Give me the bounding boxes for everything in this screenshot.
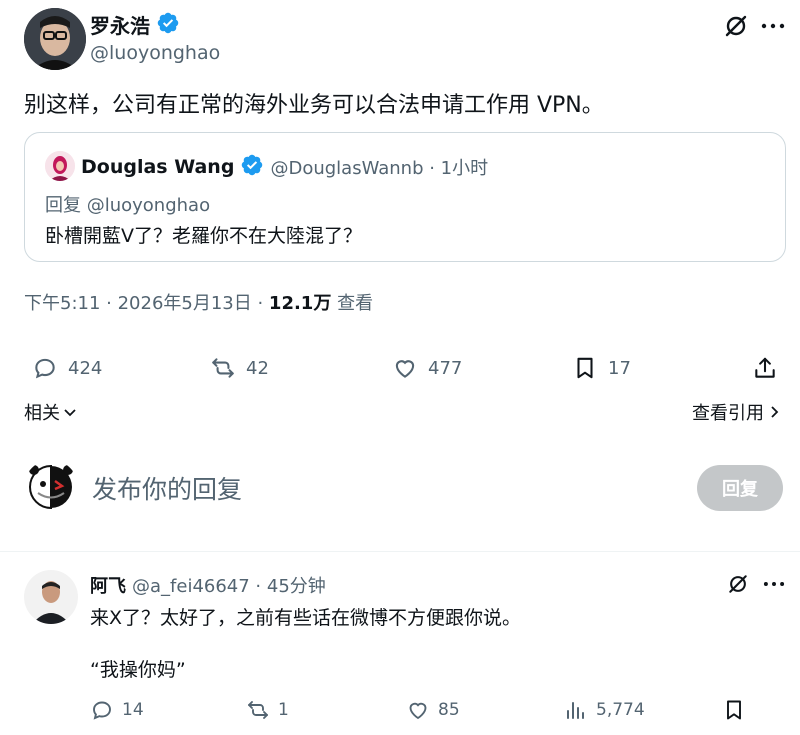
reply-input-placeholder: 发布你的回复 <box>92 475 243 504</box>
repost-icon <box>212 358 234 378</box>
chevron-right-icon <box>771 406 779 418</box>
like-button[interactable]: 477 <box>392 355 462 381</box>
repost-icon <box>248 701 268 719</box>
verified-icon <box>240 153 264 181</box>
quoted-post[interactable]: Douglas Wang @DouglasWannb · 1小时 回复 @luo… <box>24 132 786 262</box>
view-quotes-label: 查看引用 <box>692 403 764 424</box>
reply-bookmark-button[interactable] <box>722 698 746 722</box>
reply-icon <box>93 701 111 720</box>
reply-submit-label: 回复 <box>722 479 758 500</box>
grok-icon[interactable] <box>722 12 750 40</box>
quote-handle-time: @DouglasWannb · 1小时 <box>270 158 489 179</box>
reply-button[interactable]: 424 <box>32 355 102 381</box>
post-time-date[interactable]: 下午5:11 · 2026年5月13日 · <box>24 293 269 314</box>
reply-views-count: 5,774 <box>596 700 645 720</box>
reply-like-count: 85 <box>438 700 460 720</box>
reply-like-button[interactable]: 85 <box>406 698 460 722</box>
section-divider <box>0 551 800 552</box>
author-display-name[interactable]: 罗永浩 <box>90 10 150 39</box>
reply-author-avatar[interactable] <box>24 570 78 624</box>
like-icon <box>409 702 427 720</box>
quote-body: 卧槽開藍V了？老羅你不在大陸混了？ <box>45 225 362 247</box>
reply-repost-count: 1 <box>278 700 289 720</box>
related-toggle[interactable]: 相关 <box>24 399 78 425</box>
reply-reply-count: 14 <box>122 700 144 720</box>
view-quotes-link[interactable]: 查看引用 <box>692 399 782 425</box>
reply-views-button[interactable]: 5,774 <box>564 698 645 722</box>
author-avatar[interactable] <box>24 8 86 70</box>
reply-reply-button[interactable]: 14 <box>90 698 144 722</box>
reply-handle-time[interactable]: @a_fei46647 · 45分钟 <box>132 572 326 598</box>
author-handle[interactable]: @luoyonghao <box>90 42 220 64</box>
bookmark-button[interactable]: 17 <box>572 355 631 381</box>
repost-count: 42 <box>246 357 269 379</box>
chevron-down-icon <box>64 409 76 417</box>
reply-submit-button[interactable]: 回复 <box>697 465 783 511</box>
reply-display-name[interactable]: 阿飞 <box>90 572 126 598</box>
current-user-avatar <box>24 460 78 514</box>
post-meta: 下午5:11 · 2026年5月13日 · 12.1万 查看 <box>24 289 373 315</box>
grok-icon[interactable] <box>726 572 750 596</box>
bookmark-icon <box>727 700 741 720</box>
like-icon <box>395 360 415 378</box>
share-icon <box>755 357 775 378</box>
reply-body-line1: 来X了？太好了，之前有些话在微博不方便跟你说。 <box>90 607 522 629</box>
reply-input[interactable]: 发布你的回复 <box>92 470 652 506</box>
more-icon[interactable] <box>760 16 786 36</box>
like-count: 477 <box>428 357 463 379</box>
repost-button[interactable]: 42 <box>210 355 269 381</box>
views-icon <box>567 702 584 719</box>
reply-body-line2: “我操你妈” <box>90 659 186 681</box>
quote-author-avatar <box>45 151 75 181</box>
quote-reply-to: 回复 @luoyonghao <box>45 195 211 216</box>
quote-display-name: Douglas Wang <box>81 156 235 178</box>
view-label: 查看 <box>331 293 374 314</box>
bookmark-count: 17 <box>608 357 631 379</box>
post-body: 别这样，公司有正常的海外业务可以合法申请工作用 VPN。 <box>24 93 604 118</box>
bookmark-icon <box>577 357 593 379</box>
share-button[interactable] <box>752 355 778 381</box>
related-label: 相关 <box>24 403 60 424</box>
reply-repost-button[interactable]: 1 <box>246 698 289 722</box>
view-count: 12.1万 <box>268 293 332 314</box>
reply-icon <box>35 358 55 379</box>
more-icon[interactable] <box>762 575 786 593</box>
verified-icon <box>156 11 180 39</box>
reply-count: 424 <box>68 357 103 379</box>
